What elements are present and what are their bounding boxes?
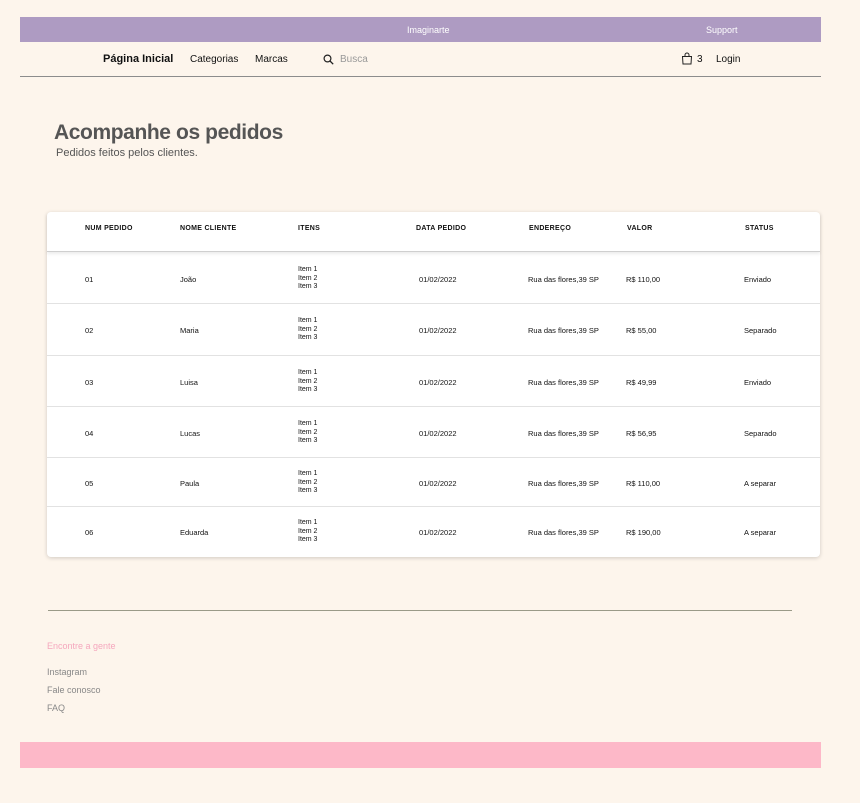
order-items: Item 1 Item 2 Item 3 [298,470,317,496]
order-item: Item 1 [298,317,318,324]
search-placeholder: Busca [340,54,368,65]
main-nav: Página Inicial Categorias Marcas Busca 3… [20,42,821,77]
order-item: Item 2 [298,377,318,385]
order-number: 02 [85,326,94,335]
status-badge: Enviado [744,275,772,284]
header-endereco: ENDEREÇO [529,225,572,232]
order-item: Item 3 [298,437,318,444]
customer-name: Eduarda [180,528,209,537]
header-num-pedido: NUM PEDIDO [85,225,133,232]
header-data-pedido: DATA PEDIDO [416,225,467,232]
nav-home-link[interactable]: Página Inicial [103,53,173,65]
order-item: Item 3 [298,334,318,341]
status-badge: Separado [744,326,777,335]
order-item: Item 1 [298,369,318,376]
status-badge: A separar [744,479,777,488]
order-item: Item 3 [298,487,318,494]
order-value: R$ 49,99 [626,378,657,387]
order-value: R$ 110,00 [626,275,661,284]
order-item: Item 2 [298,325,318,333]
order-items: Item 1 Item 2 Item 3 [298,519,317,545]
order-items: Item 1 Item 2 Item 3 [298,420,317,446]
order-value: R$ 56,95 [626,429,657,438]
orders-table: NUM PEDIDO NOME CLIENTE ITENS DATA PEDID… [47,212,820,557]
customer-name: João [180,275,197,284]
footer-divider [48,610,792,611]
order-item: Item 1 [298,519,318,526]
order-address: Rua das flores,39 SP [528,528,599,537]
nav-brands-link[interactable]: Marcas [255,54,288,65]
table-row[interactable]: 06 Eduarda Item 1 Item 2 Item 3 01/02/2022 Rua… [47,507,820,557]
cart-button[interactable] [681,52,693,68]
order-item: Item 2 [298,428,318,436]
footer-link-instagram[interactable]: Instagram [47,667,87,677]
order-item: Item 1 [298,420,318,427]
status-badge: Separado [744,429,777,438]
order-number: 01 [85,275,94,284]
order-item: Item 1 [298,470,318,477]
order-address: Rua das flores,39 SP [528,378,599,387]
bottom-bar [20,742,821,768]
header-valor: VALOR [627,225,653,232]
header-itens: ITENS [298,225,321,232]
customer-name: Lucas [180,429,201,438]
status-badge: Enviado [744,378,772,387]
table-row[interactable]: 03 Luisa Item 1 Item 2 Item 3 01/02/2022 Rua d… [47,356,820,407]
customer-name: Maria [180,326,199,335]
nav-categories-link[interactable]: Categorias [190,54,238,65]
table-row[interactable]: 04 Lucas Item 1 Item 2 Item 3 01/02/2022 Rua d… [47,407,820,458]
order-item: Item 3 [298,283,318,290]
table-row[interactable]: 02 Maria Item 1 Item 2 Item 3 01/02/2022 Rua d… [47,304,820,356]
order-number: 06 [85,528,94,537]
order-item: Item 2 [298,478,318,486]
order-item: Item 3 [298,386,318,393]
status-badge: A separar [744,528,777,537]
search-icon [323,54,334,65]
support-link[interactable]: Support [706,25,738,35]
order-items: Item 1 Item 2 Item 3 [298,266,317,292]
table-row[interactable]: 05 Paula Item 1 Item 2 Item 3 01/02/2022 Rua d… [47,458,820,507]
top-bar: Imaginarte Support [20,17,821,42]
order-item: Item 3 [298,536,318,543]
table-header: NUM PEDIDO NOME CLIENTE ITENS DATA PEDID… [47,212,820,252]
order-date: 01/02/2022 [419,326,457,335]
order-date: 01/02/2022 [419,479,457,488]
page-subtitle: Pedidos feitos pelos clientes. [56,147,198,159]
search-input[interactable]: Busca [323,51,483,69]
footer-heading: Encontre a gente [47,641,116,651]
header-nome-cliente: NOME CLIENTE [180,225,237,232]
order-items: Item 1 Item 2 Item 3 [298,317,317,343]
order-value: R$ 55,00 [626,326,657,335]
page-title: Acompanhe os pedidos [54,121,283,144]
shopping-bag-icon [681,52,693,65]
brand-link[interactable]: Imaginarte [407,25,450,35]
order-date: 01/02/2022 [419,378,457,387]
order-item: Item 1 [298,266,318,273]
order-items: Item 1 Item 2 Item 3 [298,369,317,395]
table-row[interactable]: 01 João Item 1 Item 2 Item 3 01/02/2022 Rua da… [47,253,820,304]
order-date: 01/02/2022 [419,429,457,438]
footer-link-fale-conosco[interactable]: Fale conosco [47,685,101,695]
order-item: Item 2 [298,274,318,282]
order-address: Rua das flores,39 SP [528,429,599,438]
order-value: R$ 110,00 [626,479,661,488]
order-number: 05 [85,479,94,488]
order-value: R$ 190,00 [626,528,661,537]
header-status: STATUS [745,225,774,232]
order-number: 04 [85,429,94,438]
order-item: Item 2 [298,527,318,535]
customer-name: Luisa [180,378,198,387]
footer-link-faq[interactable]: FAQ [47,703,65,713]
cart-count-badge: 3 [697,54,703,65]
order-date: 01/02/2022 [419,275,457,284]
customer-name: Paula [180,479,200,488]
order-date: 01/02/2022 [419,528,457,537]
order-number: 03 [85,378,94,387]
order-address: Rua das flores,39 SP [528,479,599,488]
order-address: Rua das flores,39 SP [528,326,599,335]
order-address: Rua das flores,39 SP [528,275,599,284]
login-link[interactable]: Login [716,54,740,65]
